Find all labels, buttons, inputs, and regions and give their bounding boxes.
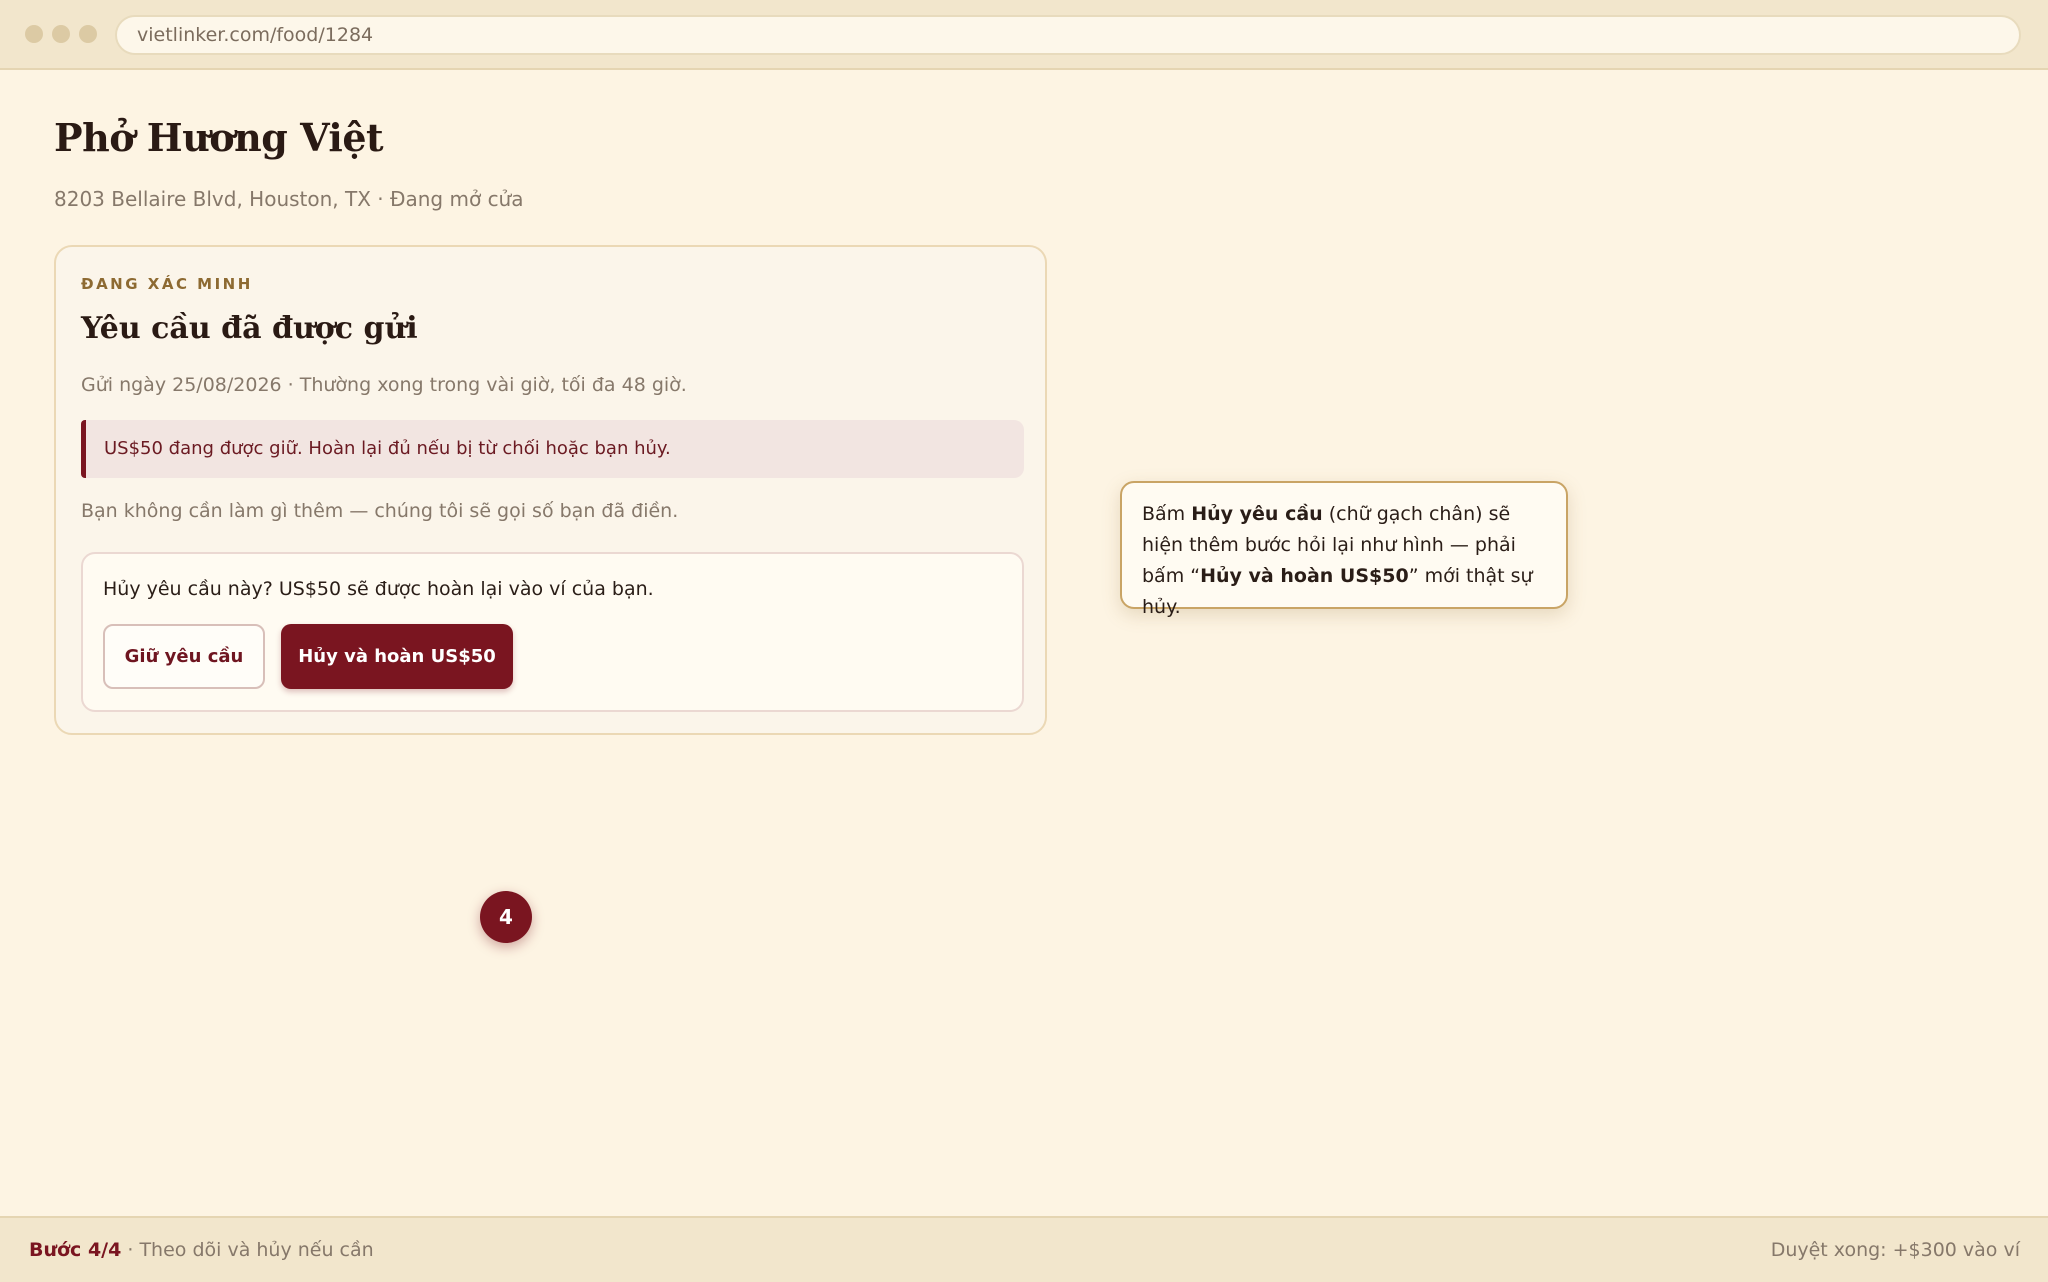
window-maximize-dot[interactable] (79, 25, 97, 43)
page-subtitle: 8203 Bellaire Blvd, Houston, TX · Đang m… (54, 187, 524, 211)
card-hint: Bạn không cần làm gì thêm — chúng tôi sẽ… (81, 500, 679, 522)
cancel-confirm-question: Hủy yêu cầu này? US$50 sẽ được hoàn lại … (103, 578, 654, 600)
footer-step-label: Bước 4/4 (29, 1239, 122, 1261)
footer-reward-note: Duyệt xong: +$300 vào ví (1770, 1239, 2020, 1261)
tutorial-callout: Bấm Hủy yêu cầu (chữ gạch chân) sẽ hiện … (1120, 481, 1568, 618)
callout-bold-cancel-request: Hủy yêu cầu (1191, 503, 1323, 525)
footer-step-info: Bước 4/4 · Theo dõi và hủy nếu cần (29, 1239, 374, 1261)
window-minimize-dot[interactable] (52, 25, 70, 43)
cancel-and-refund-button[interactable]: Hủy và hoàn US$50 (281, 624, 513, 689)
callout-text-1: Bấm (1142, 503, 1192, 525)
keep-request-button[interactable]: Giữ yêu cầu (103, 624, 265, 689)
step-number-badge: 4 (480, 891, 532, 943)
request-status-card: ĐANG XÁC MINH Yêu cầu đã được gửi Gửi ng… (54, 245, 1047, 735)
window-close-dot[interactable] (25, 25, 43, 43)
step-footer: Bước 4/4 · Theo dõi và hủy nếu cần Duyệt… (0, 1216, 2048, 1282)
status-eyebrow: ĐANG XÁC MINH (81, 275, 253, 293)
callout-bold-cancel-refund: Hủy và hoàn US$50 (1200, 565, 1409, 587)
hold-notice: US$50 đang được giữ. Hoàn lại đủ nếu bị … (81, 420, 1024, 478)
card-title: Yêu cầu đã được gửi (81, 311, 418, 346)
card-meta: Gửi ngày 25/08/2026 · Thường xong trong … (81, 374, 687, 396)
browser-toolbar: vietlinker.com/food/1284 (0, 0, 2048, 70)
page-title: Phở Hương Việt (54, 115, 384, 160)
address-bar[interactable]: vietlinker.com/food/1284 (115, 15, 2021, 55)
footer-step-description: · Theo dõi và hủy nếu cần (121, 1239, 374, 1261)
cancel-confirm-box: Hủy yêu cầu này? US$50 sẽ được hoàn lại … (81, 552, 1024, 712)
